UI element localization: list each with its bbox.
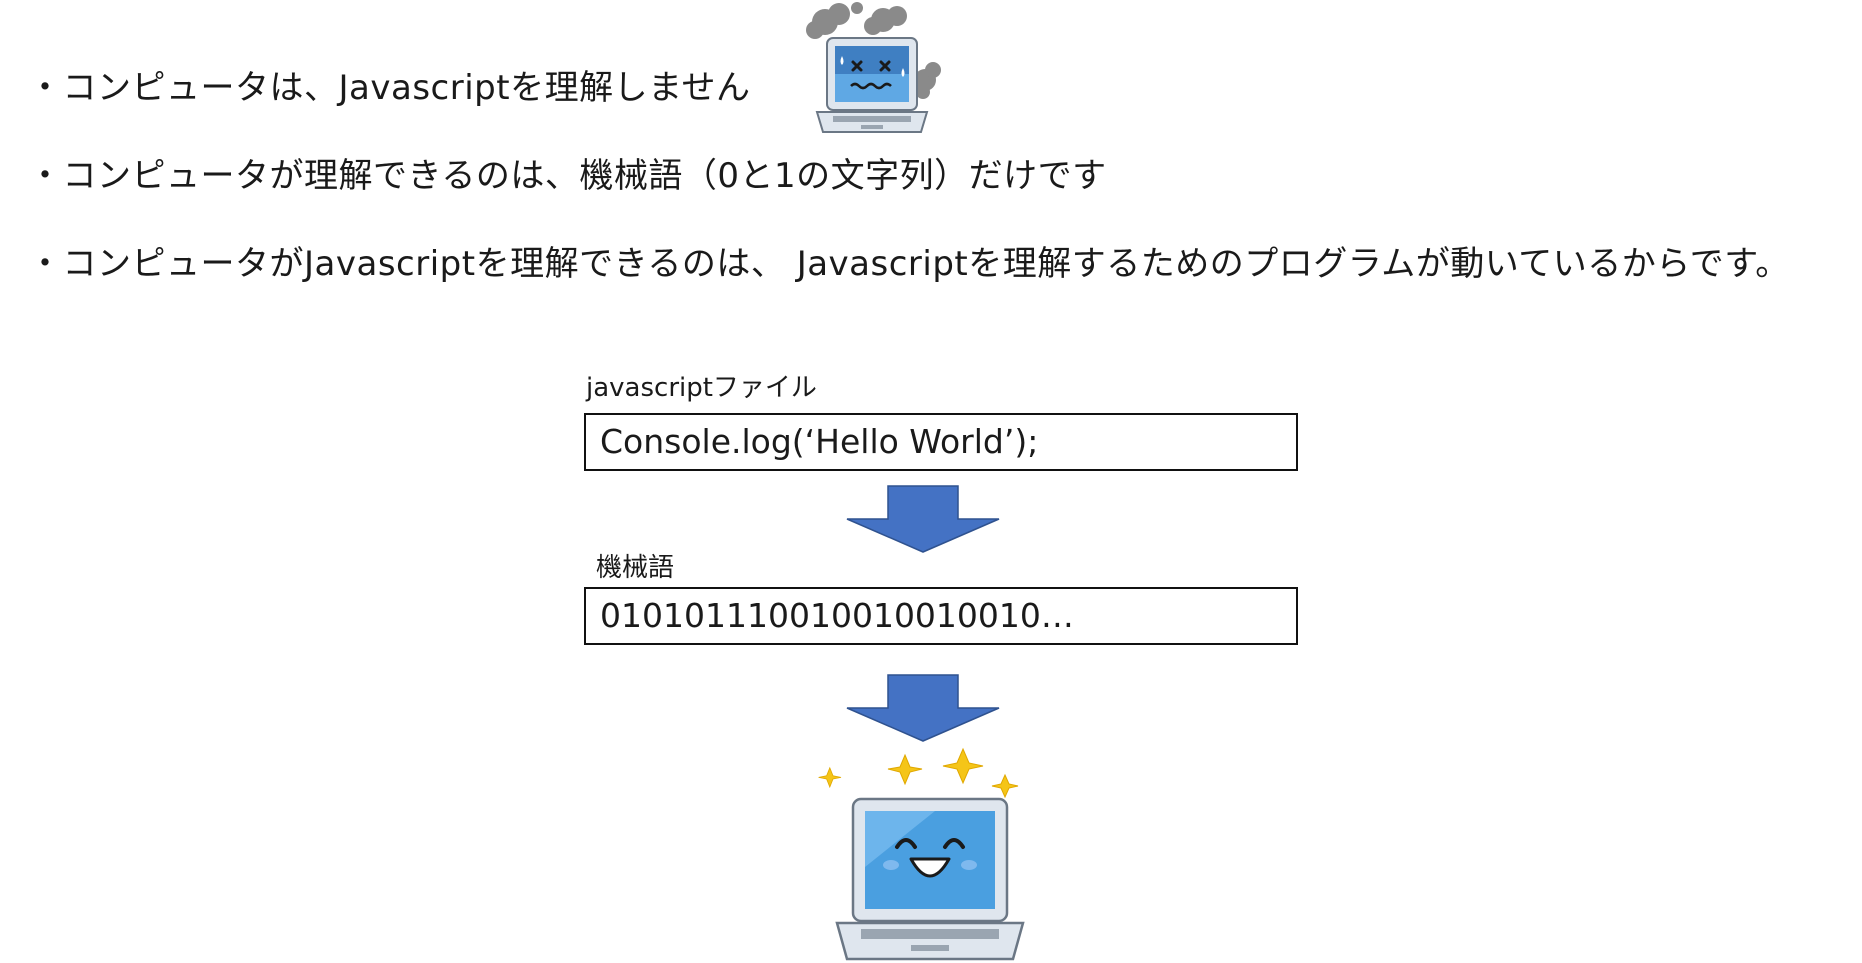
down-arrow-icon [846, 485, 1000, 553]
bullet-computers-dont-understand-js: ・コンピュータは、Javascriptを理解しません [28, 68, 751, 108]
javascript-source-box: Console.log(‘Hello World’); [584, 413, 1298, 471]
bullet-only-machine-code: ・コンピュータが理解できるのは、機械語（0と1の文字列）だけです [28, 156, 1107, 196]
bullet-program-interprets-js: ・コンピュータがJavascriptを理解できるのは、 Javascriptを理… [28, 244, 1790, 284]
broken-computer-icon [806, 2, 941, 133]
down-arrow-icon [846, 674, 1000, 742]
happy-computer-icon [818, 747, 1025, 961]
machine-code-box: 010101110010010010010… [584, 587, 1298, 645]
javascript-file-label: javascriptファイル [586, 373, 817, 403]
machine-code-label: 機械語 [596, 553, 675, 583]
